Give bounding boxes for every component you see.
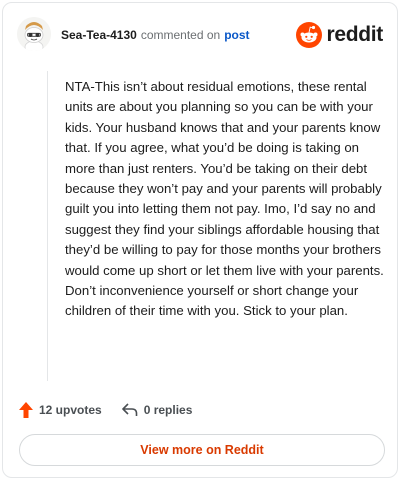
reddit-snoo-icon — [296, 22, 323, 48]
reply-arrow-icon — [121, 403, 138, 416]
comment-header: Sea-Tea-4130 commented on post reddit — [17, 17, 383, 53]
comment-body: NTA-This isn’t about residual emotions, … — [65, 79, 384, 319]
avatar-icon — [17, 17, 51, 51]
replies-button[interactable]: 0 replies — [121, 403, 193, 417]
upvote-arrow-icon — [19, 402, 33, 418]
reddit-logo[interactable]: reddit — [296, 21, 383, 49]
reddit-wordmark: reddit — [326, 23, 383, 46]
comment-footer: 12 upvotes 0 replies — [19, 401, 192, 419]
username[interactable]: Sea-Tea-4130 — [61, 28, 137, 42]
upvote-count: 12 upvotes — [39, 403, 102, 417]
thread-line — [47, 71, 48, 381]
post-link[interactable]: post — [224, 28, 249, 42]
action-text: commented on — [140, 28, 221, 42]
view-more-button[interactable]: View more on Reddit — [19, 434, 385, 466]
upvote-button[interactable]: 12 upvotes — [19, 402, 102, 418]
user-avatar[interactable] — [17, 17, 51, 51]
reply-count: 0 replies — [143, 403, 193, 417]
comment-card: Sea-Tea-4130 commented on post reddit NTA-… — [2, 2, 398, 478]
comment-meta: Sea-Tea-4130 commented on post — [61, 28, 250, 42]
